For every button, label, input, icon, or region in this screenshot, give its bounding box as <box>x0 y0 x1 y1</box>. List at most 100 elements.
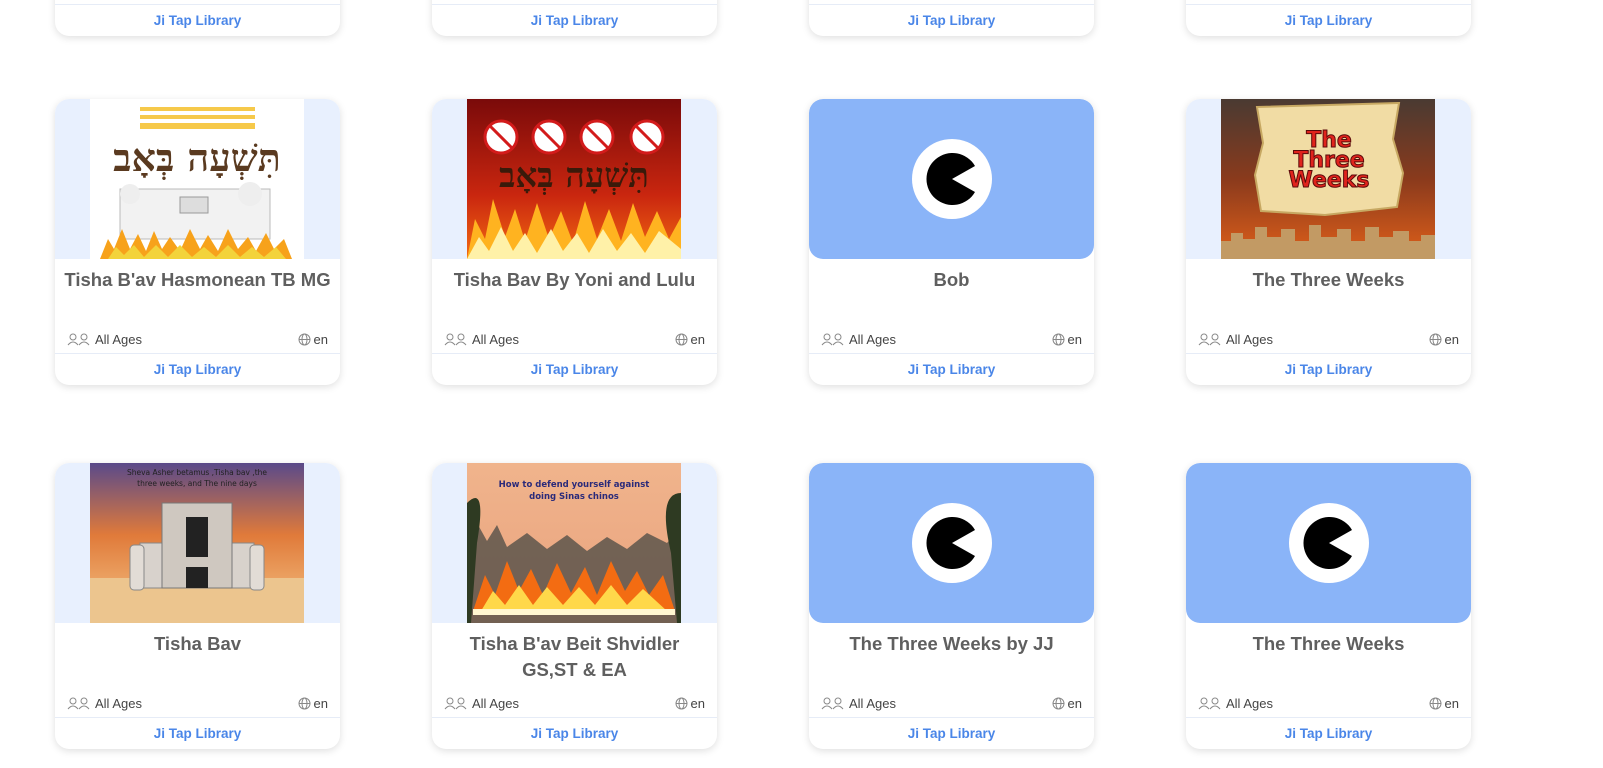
age-label: All Ages <box>1226 332 1273 347</box>
book-card[interactable]: Ji Tap Library <box>809 0 1094 36</box>
book-card[interactable]: The Three Weeks The Three Weeks All Ages… <box>1186 99 1471 385</box>
book-cover[interactable]: תִּשְׁעָה בְּאָב <box>55 99 340 259</box>
age-range: All Ages <box>444 332 519 347</box>
avatar <box>1289 503 1369 583</box>
globe-icon <box>298 333 311 346</box>
language-label: en <box>313 696 328 711</box>
globe-icon <box>1052 697 1065 710</box>
library-link[interactable]: Ji Tap Library <box>55 353 340 385</box>
age-label: All Ages <box>849 696 896 711</box>
age-label: All Ages <box>95 332 142 347</box>
book-cover[interactable] <box>809 99 1094 259</box>
cover-caption-line: doing Sinas chinos <box>529 492 619 502</box>
book-cover[interactable]: The Three Weeks <box>1186 99 1471 259</box>
users-icon <box>1198 697 1221 710</box>
library-link[interactable]: Ji Tap Library <box>432 4 717 36</box>
language-label: en <box>313 332 328 347</box>
globe-icon <box>1052 333 1065 346</box>
book-card[interactable]: תִּשְׁעָה בְּאָב Tisha B'av Hasmonean TB… <box>55 99 340 385</box>
language: en <box>1052 696 1082 711</box>
library-link[interactable]: Ji Tap Library <box>809 353 1094 385</box>
cover-hebrew-text: תִּשְׁעָה בְּאָב <box>113 135 281 180</box>
cover-caption-line: How to defend yourself against <box>499 480 650 490</box>
age-range: All Ages <box>67 696 142 711</box>
book-title[interactable]: The Three Weeks by JJ <box>809 623 1094 687</box>
language: en <box>298 332 328 347</box>
book-cover[interactable] <box>1186 463 1471 623</box>
language-label: en <box>1067 332 1082 347</box>
cover-title-line: Weeks <box>1288 168 1369 193</box>
age-label: All Ages <box>472 332 519 347</box>
globe-icon <box>1429 697 1442 710</box>
cover-image: Sheva Asher betamus ,Tisha bav ,the thre… <box>90 463 304 623</box>
language-label: en <box>690 696 705 711</box>
book-card[interactable]: Ji Tap Library <box>432 0 717 36</box>
library-link[interactable]: Ji Tap Library <box>432 353 717 385</box>
age-label: All Ages <box>849 332 896 347</box>
avatar <box>912 503 992 583</box>
users-icon <box>821 333 844 346</box>
cover-caption-line: three weeks, and The nine days <box>137 479 257 488</box>
book-card[interactable]: How to defend yourself against doing Sin… <box>432 463 717 749</box>
avatar <box>912 139 992 219</box>
library-link[interactable]: Ji Tap Library <box>809 4 1094 36</box>
users-icon <box>67 697 90 710</box>
age-range: All Ages <box>1198 696 1273 711</box>
language: en <box>1052 332 1082 347</box>
users-icon <box>821 697 844 710</box>
book-cover[interactable] <box>809 463 1094 623</box>
book-card[interactable]: תִּשְׁעָה בְּאָב Tisha Bav By Yoni and L… <box>432 99 717 385</box>
globe-icon <box>298 697 311 710</box>
book-title[interactable]: Tisha Bav By Yoni and Lulu <box>432 259 717 323</box>
age-label: All Ages <box>95 696 142 711</box>
users-icon <box>444 697 467 710</box>
book-card[interactable]: The Three Weeks All Ages en Ji Tap Libra… <box>1186 463 1471 749</box>
cover-image: The Three Weeks <box>1221 99 1435 259</box>
library-link[interactable]: Ji Tap Library <box>1186 4 1471 36</box>
users-icon <box>67 333 90 346</box>
book-card[interactable]: Bob All Ages en Ji Tap Library <box>809 99 1094 385</box>
book-title[interactable]: The Three Weeks <box>1186 259 1471 323</box>
language: en <box>675 332 705 347</box>
age-range: All Ages <box>444 696 519 711</box>
cover-image: תִּשְׁעָה בְּאָב <box>90 99 304 259</box>
cover-image: תִּשְׁעָה בְּאָב <box>467 99 681 259</box>
language: en <box>1429 332 1459 347</box>
language: en <box>675 696 705 711</box>
library-link[interactable]: Ji Tap Library <box>55 717 340 749</box>
book-title[interactable]: The Three Weeks <box>1186 623 1471 687</box>
book-cover[interactable]: How to defend yourself against doing Sin… <box>432 463 717 623</box>
book-card[interactable]: The Three Weeks by JJ All Ages en Ji Tap… <box>809 463 1094 749</box>
language-label: en <box>690 332 705 347</box>
book-cover[interactable]: Sheva Asher betamus ,Tisha bav ,the thre… <box>55 463 340 623</box>
users-icon <box>444 333 467 346</box>
library-link[interactable]: Ji Tap Library <box>1186 717 1471 749</box>
language: en <box>298 696 328 711</box>
globe-icon <box>1429 333 1442 346</box>
book-card[interactable]: Sheva Asher betamus ,Tisha bav ,the thre… <box>55 463 340 749</box>
age-range: All Ages <box>821 696 896 711</box>
book-title[interactable]: Tisha Bav <box>55 623 340 687</box>
age-range: All Ages <box>67 332 142 347</box>
language-label: en <box>1444 696 1459 711</box>
age-label: All Ages <box>472 696 519 711</box>
globe-icon <box>675 333 688 346</box>
language-label: en <box>1444 332 1459 347</box>
library-link[interactable]: Ji Tap Library <box>432 717 717 749</box>
library-link[interactable]: Ji Tap Library <box>809 717 1094 749</box>
cover-hebrew-text: תִּשְׁעָה בְּאָב <box>499 156 649 196</box>
book-card[interactable]: Ji Tap Library <box>55 0 340 36</box>
language: en <box>1429 696 1459 711</box>
library-link[interactable]: Ji Tap Library <box>55 4 340 36</box>
cover-image: How to defend yourself against doing Sin… <box>467 463 681 623</box>
library-link[interactable]: Ji Tap Library <box>1186 353 1471 385</box>
book-card[interactable]: Ji Tap Library <box>1186 0 1471 36</box>
cover-caption-line: Sheva Asher betamus ,Tisha bav ,the <box>127 468 267 477</box>
book-title[interactable]: Bob <box>809 259 1094 323</box>
age-range: All Ages <box>821 332 896 347</box>
globe-icon <box>675 697 688 710</box>
book-title[interactable]: Tisha B'av Beit Shvidler GS,ST & EA <box>432 623 717 687</box>
age-range: All Ages <box>1198 332 1273 347</box>
book-cover[interactable]: תִּשְׁעָה בְּאָב <box>432 99 717 259</box>
book-title[interactable]: Tisha B'av Hasmonean TB MG <box>55 259 340 323</box>
